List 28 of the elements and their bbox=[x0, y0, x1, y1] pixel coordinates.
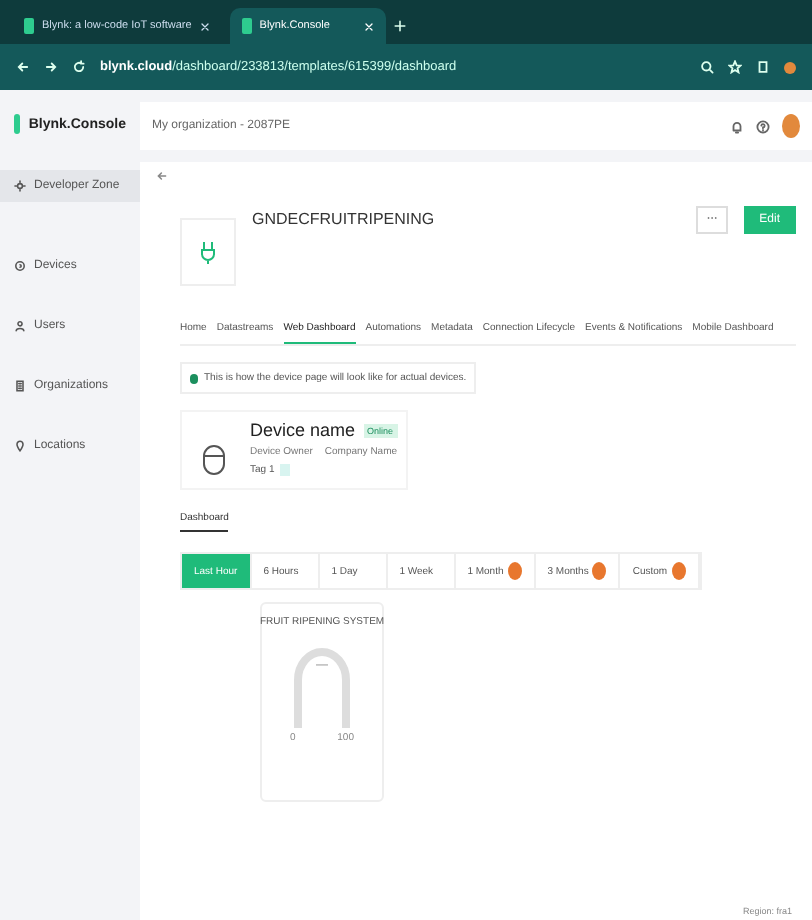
target-icon bbox=[14, 260, 26, 272]
gauge-arc bbox=[290, 644, 354, 732]
close-icon[interactable] bbox=[199, 21, 210, 31]
bell-icon[interactable] bbox=[730, 119, 744, 133]
dots-icon bbox=[705, 212, 718, 224]
info-icon bbox=[190, 373, 198, 383]
user-avatar[interactable] bbox=[782, 114, 800, 138]
building-icon bbox=[14, 380, 26, 392]
device-name: Device name bbox=[250, 420, 356, 440]
zoom-icon[interactable] bbox=[700, 60, 714, 74]
logo-icon bbox=[14, 114, 21, 134]
tag-icon bbox=[280, 464, 291, 476]
new-tab-icon[interactable] bbox=[393, 20, 406, 32]
side-panel-icon[interactable] bbox=[756, 60, 770, 74]
reload-icon[interactable] bbox=[72, 60, 86, 74]
favicon-icon bbox=[24, 18, 34, 34]
template-name: GNDECFRUITRIPENING bbox=[252, 210, 437, 228]
device-icon bbox=[202, 444, 226, 476]
forward-icon[interactable] bbox=[44, 60, 58, 74]
user-icon bbox=[14, 320, 26, 332]
favicon-icon bbox=[241, 18, 252, 34]
star-icon[interactable] bbox=[728, 60, 742, 74]
back-icon[interactable] bbox=[156, 170, 168, 182]
help-icon[interactable] bbox=[756, 119, 770, 133]
gear-icon bbox=[14, 180, 26, 192]
pin-icon bbox=[14, 440, 26, 452]
plug-icon bbox=[198, 240, 218, 264]
profile-avatar[interactable] bbox=[784, 61, 796, 73]
